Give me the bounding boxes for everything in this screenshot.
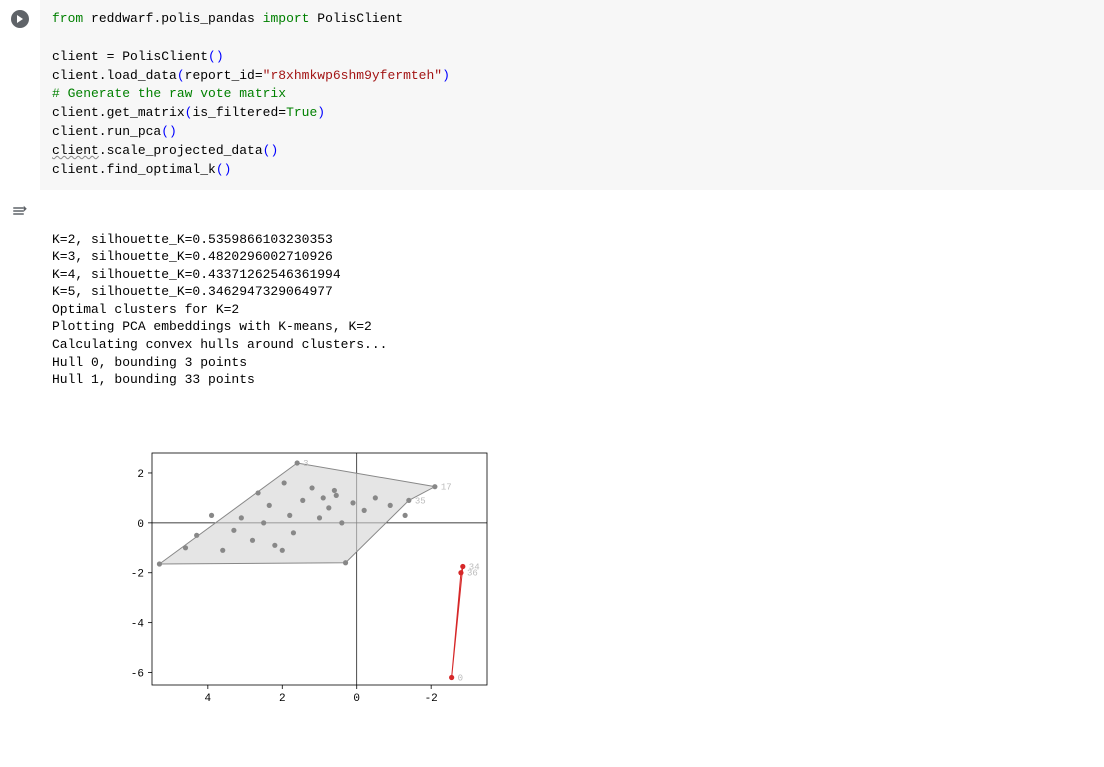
scatter-plot: 20-2-4-6420-23436033517 <box>114 447 497 707</box>
findk-call: client.find_optimal_k <box>52 162 216 177</box>
plot-container: 20-2-4-6420-23436033517 <box>52 430 1092 731</box>
cell-gutter <box>0 0 40 190</box>
load-call: client.load_data <box>52 68 177 83</box>
comment: # Generate the raw vote matrix <box>52 86 286 101</box>
output-cell: K=2, silhouette_K=0.5359866103230353 K=3… <box>0 190 1104 767</box>
svg-text:0: 0 <box>458 674 463 684</box>
load-arg-key: report_id= <box>185 68 263 83</box>
svg-text:2: 2 <box>138 469 145 481</box>
svg-text:-4: -4 <box>131 619 145 631</box>
import-module: reddwarf.polis_pandas <box>91 11 255 26</box>
svg-text:-6: -6 <box>131 669 144 681</box>
output-toggle-icon <box>11 202 29 220</box>
svg-text:3: 3 <box>304 459 309 469</box>
true-val: True <box>286 105 317 120</box>
runpca-call: client.run_pca <box>52 124 161 139</box>
load-arg-val: "r8xhmkwp6shm9yfermteh" <box>263 68 442 83</box>
code-editor[interactable]: from reddwarf.polis_pandas import PolisC… <box>40 0 1104 190</box>
run-cell-button[interactable] <box>11 10 29 28</box>
kw-from: from <box>52 11 83 26</box>
svg-text:35: 35 <box>415 497 426 507</box>
assign-eq: = <box>99 49 122 64</box>
svg-text:0: 0 <box>138 519 145 531</box>
notebook: from reddwarf.polis_pandas import PolisC… <box>0 0 1104 767</box>
output-collapse-button[interactable] <box>11 200 29 767</box>
stdout-text: K=2, silhouette_K=0.5359866103230353 K=3… <box>52 231 1092 389</box>
svg-text:36: 36 <box>467 569 478 579</box>
svg-text:0: 0 <box>354 693 361 705</box>
scale-call: .scale_projected_data <box>99 143 263 158</box>
getmatrix-call: client.get_matrix <box>52 105 185 120</box>
svg-text:17: 17 <box>441 483 452 493</box>
ctor-name: PolisClient <box>122 49 208 64</box>
kw-import: import <box>263 11 310 26</box>
svg-text:-2: -2 <box>425 693 438 705</box>
output-gutter <box>0 190 40 767</box>
client-underline: client <box>52 143 99 158</box>
svg-text:-2: -2 <box>131 569 144 581</box>
import-class: PolisClient <box>317 11 403 26</box>
play-icon <box>15 14 25 24</box>
output-area: K=2, silhouette_K=0.5359866103230353 K=3… <box>40 190 1104 767</box>
svg-text:2: 2 <box>279 693 286 705</box>
is-filtered-key: is_filtered= <box>192 105 286 120</box>
code-cell: from reddwarf.polis_pandas import PolisC… <box>0 0 1104 190</box>
var-client: client <box>52 49 99 64</box>
svg-text:4: 4 <box>205 693 212 705</box>
